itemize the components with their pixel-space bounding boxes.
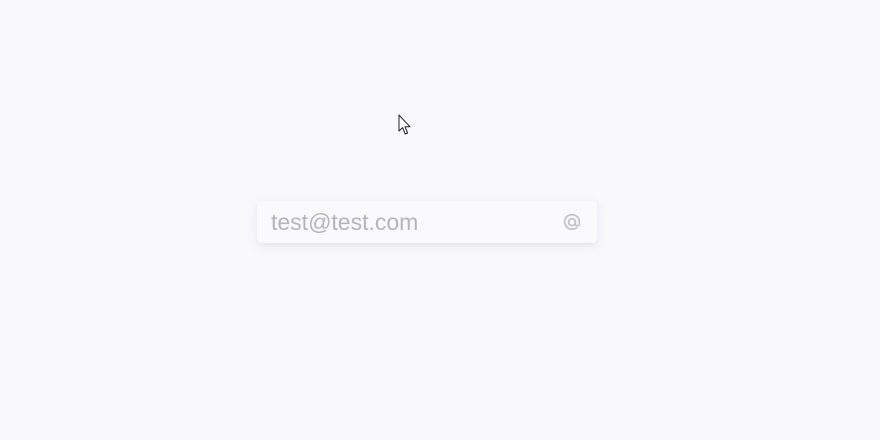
at-sign-icon <box>561 211 583 233</box>
mouse-pointer-icon <box>398 114 412 136</box>
email-field-container <box>257 201 597 243</box>
email-field[interactable] <box>257 201 547 243</box>
